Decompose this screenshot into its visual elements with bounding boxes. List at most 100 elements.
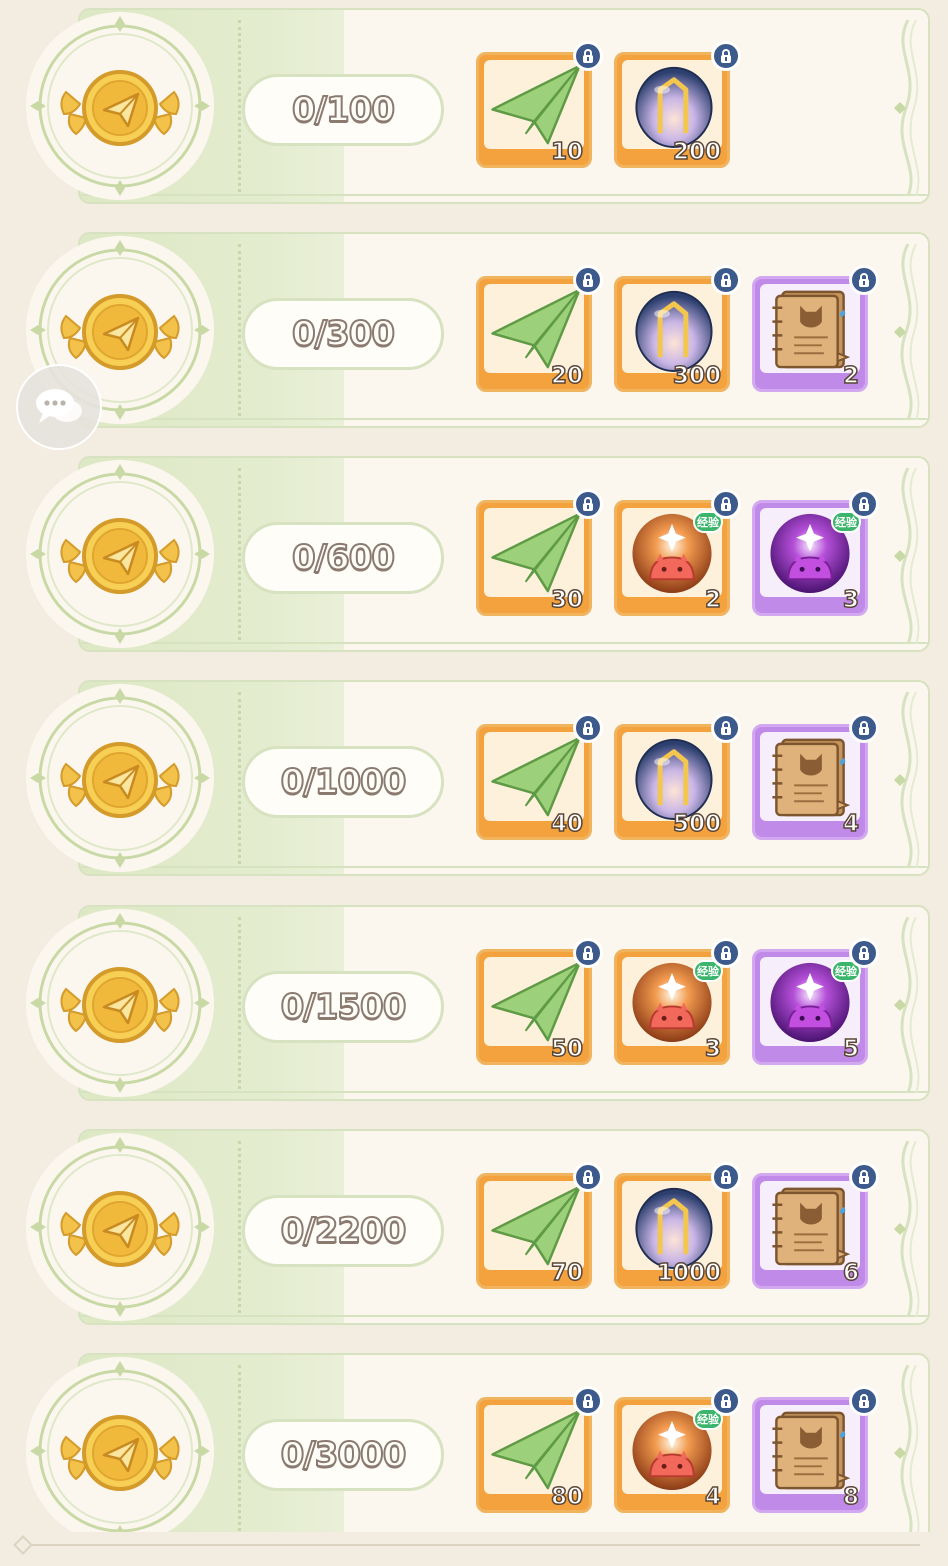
progress-pill: 0/600 [242,522,444,594]
cat-notebook-icon [760,1405,860,1494]
gold-paper-plane-medal-icon [24,682,216,874]
row-dotted-divider [238,1365,241,1537]
lock-icon [849,938,879,968]
row-vine-ornament-icon [890,916,922,1094]
row-vine-ornament-icon [890,467,922,645]
lock-icon [849,1386,879,1416]
lock-icon [849,265,879,295]
milestone-list: 0/100 10 200 0/300 20 300 2 0/600 30 经验 … [0,0,948,1566]
progress-pill: 0/2200 [242,1195,444,1267]
cat-notebook-icon [760,1181,860,1270]
reward-count: 2 [842,362,860,390]
lock-icon [849,713,879,743]
reward-count: 20 [550,362,584,390]
cat-notebook-icon [760,284,860,373]
lock-icon [573,1386,603,1416]
gold-paper-plane-medal-icon [24,1355,216,1547]
reward-count: 1000 [656,1259,722,1287]
lock-icon [573,265,603,295]
reward-item-purple-slime-exp[interactable]: 经验 3 [752,489,879,616]
reward-item-paper-plane[interactable]: 20 [476,265,603,392]
reward-item-cat-notebook[interactable]: 6 [752,1162,879,1289]
row-vine-ornament-icon [890,1364,922,1542]
lock-icon [711,1162,741,1192]
lock-icon [711,1386,741,1416]
reward-item-cat-notebook[interactable]: 4 [752,713,879,840]
reward-item-paper-plane[interactable]: 40 [476,713,603,840]
reward-item-red-slime-exp[interactable]: 经验 3 [614,938,741,1065]
crystal-orb-icon [622,60,722,149]
row-vine-ornament-icon [890,691,922,869]
crystal-orb-icon [622,284,722,373]
progress-pill: 0/1500 [242,971,444,1043]
crystal-orb-icon [622,732,722,821]
chat-bubbles-icon [36,389,82,423]
lock-icon [573,1162,603,1192]
progress-pill: 0/1000 [242,746,444,818]
divider-line [30,1544,920,1546]
reward-item-red-slime-exp[interactable]: 经验 2 [614,489,741,616]
lock-icon [849,489,879,519]
reward-count: 70 [550,1259,584,1287]
reward-count: 300 [672,362,722,390]
row-dotted-divider [238,692,241,864]
reward-count: 80 [550,1483,584,1511]
row-dotted-divider [238,1141,241,1313]
reward-item-cat-notebook[interactable]: 8 [752,1386,879,1513]
paper-plane-icon [484,1405,584,1494]
reward-item-crystal-orb[interactable]: 1000 [614,1162,741,1289]
row-dotted-divider [238,468,241,640]
reward-item-paper-plane[interactable]: 70 [476,1162,603,1289]
reward-count: 40 [550,810,584,838]
lock-icon [711,713,741,743]
reward-count: 4 [842,810,860,838]
reward-item-paper-plane[interactable]: 30 [476,489,603,616]
row-vine-ornament-icon [890,1140,922,1318]
lock-icon [573,713,603,743]
reward-item-crystal-orb[interactable]: 200 [614,41,741,168]
reward-count: 2 [704,586,722,614]
reward-item-crystal-orb[interactable]: 500 [614,713,741,840]
progress-pill: 0/3000 [242,1419,444,1491]
reward-item-cat-notebook[interactable]: 2 [752,265,879,392]
reward-count: 8 [842,1483,860,1511]
progress-text: 0/1500 [280,986,408,1028]
paper-plane-icon [484,508,584,597]
progress-pill: 0/300 [242,298,444,370]
row-dotted-divider [238,244,241,416]
reward-item-purple-slime-exp[interactable]: 经验 5 [752,938,879,1065]
reward-item-red-slime-exp[interactable]: 经验 4 [614,1386,741,1513]
cat-notebook-icon [760,732,860,821]
reward-count: 500 [672,810,722,838]
bottom-divider [0,1532,948,1566]
reward-count: 5 [842,1035,860,1063]
gold-paper-plane-medal-icon [24,458,216,650]
reward-item-crystal-orb[interactable]: 300 [614,265,741,392]
chat-button[interactable] [16,364,102,450]
reward-count: 50 [550,1035,584,1063]
paper-plane-icon [484,60,584,149]
paper-plane-icon [484,1181,584,1270]
progress-text: 0/3000 [280,1434,408,1476]
lock-icon [711,938,741,968]
lock-icon [573,41,603,71]
progress-text: 0/1000 [280,761,408,803]
row-vine-ornament-icon [890,19,922,197]
row-dotted-divider [238,917,241,1089]
progress-pill: 0/100 [242,74,444,146]
crystal-orb-icon [622,1181,722,1270]
reward-item-paper-plane[interactable]: 50 [476,938,603,1065]
progress-text: 0/300 [291,313,396,355]
reward-item-paper-plane[interactable]: 80 [476,1386,603,1513]
gold-paper-plane-medal-icon [24,10,216,202]
paper-plane-icon [484,732,584,821]
lock-icon [711,41,741,71]
lock-icon [849,1162,879,1192]
paper-plane-icon [484,957,584,1046]
gold-paper-plane-medal-icon [24,1131,216,1323]
progress-text: 0/600 [291,537,396,579]
row-dotted-divider [238,20,241,192]
reward-count: 10 [550,138,584,166]
reward-item-paper-plane[interactable]: 10 [476,41,603,168]
reward-count: 30 [550,586,584,614]
